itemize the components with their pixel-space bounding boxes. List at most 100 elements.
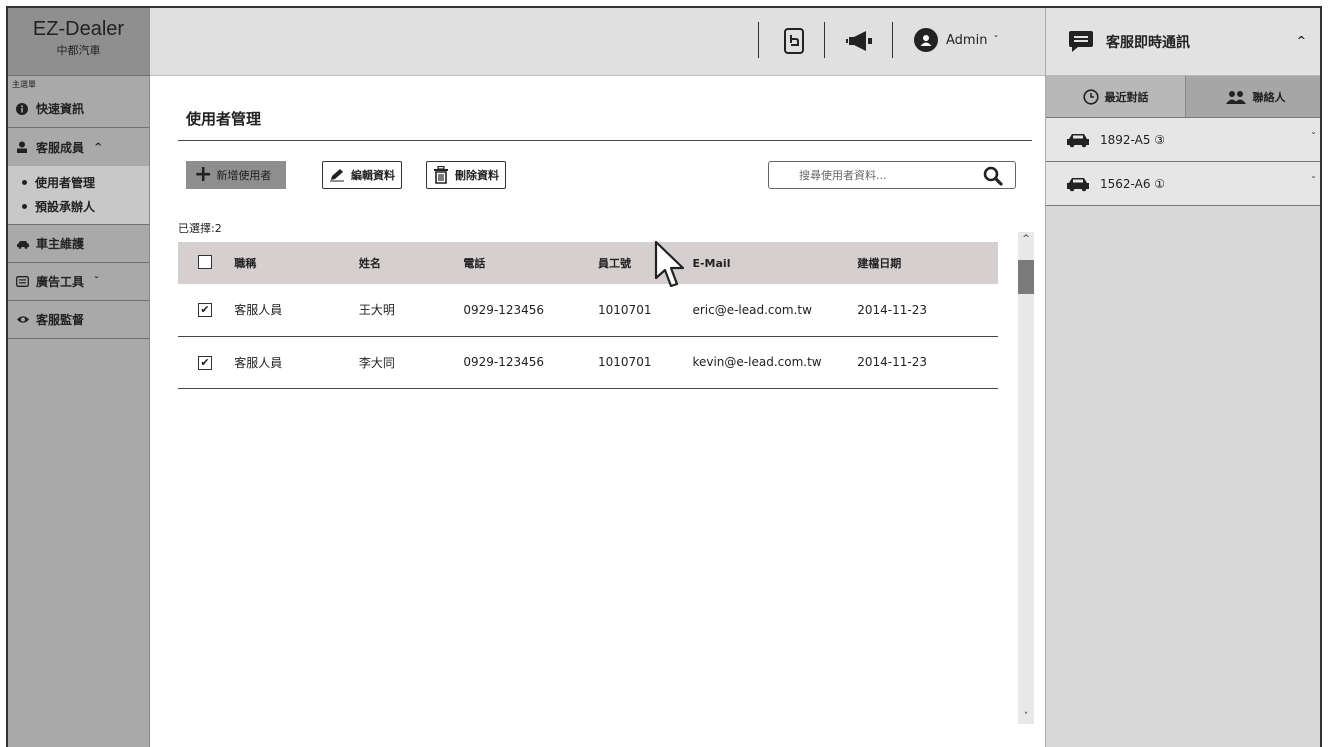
scroll-up-icon[interactable]: ^ — [1018, 234, 1034, 244]
sidebar-item-label: 客服成員 — [36, 140, 85, 155]
cell-name: 李大同 — [358, 355, 395, 370]
sidebar-subitem-user-management[interactable]: 使用者管理 — [8, 170, 149, 194]
search-input[interactable] — [799, 168, 969, 182]
sidebar-item-label: 車主維護 — [36, 237, 85, 251]
divider — [178, 140, 1032, 141]
bullet-icon — [22, 179, 27, 185]
car-icon — [1066, 132, 1090, 148]
sidebar-item-label: 廣告工具 — [36, 275, 85, 289]
delete-button[interactable]: 刪除資料 — [426, 161, 506, 189]
cell-phone: 0929-123456 — [463, 355, 545, 369]
scroll-down-icon[interactable]: ˇ — [1018, 712, 1034, 722]
select-all-checkbox[interactable] — [198, 254, 212, 269]
search-icon[interactable] — [983, 166, 1003, 190]
search-box[interactable] — [768, 161, 1016, 189]
menu-caption: 主選單 — [12, 80, 36, 89]
megaphone-icon[interactable] — [840, 26, 880, 56]
scrollbar[interactable]: ^ ˇ — [1018, 232, 1034, 724]
pencil-icon — [329, 168, 345, 182]
sidebar-subitem-label: 使用者管理 — [35, 175, 96, 190]
sidebar-item-label: 客服監督 — [36, 313, 85, 327]
column-header[interactable]: 電話 — [463, 242, 598, 284]
divider — [892, 22, 893, 58]
bullet-icon — [22, 203, 27, 209]
car-icon — [16, 239, 36, 249]
clock-icon — [1082, 88, 1099, 105]
submenu-service-members: 使用者管理 預設承辦人 — [8, 166, 149, 225]
divider — [758, 22, 759, 58]
chevron-down-icon: ˇ — [94, 276, 100, 287]
app-frame: EZ-Dealer 中都汽車 主選單 快速資訊 客服成員 ^ 使用者管理 預設承… — [6, 6, 1322, 747]
chevron-down-icon[interactable]: ˇ — [1311, 132, 1316, 143]
table-row[interactable]: ✔ 客服人員 王大明 0929-123456 1010701 eric@e-le… — [178, 284, 998, 336]
cell-name: 王大明 — [358, 303, 395, 318]
select-all-cell — [178, 242, 234, 284]
tab-contacts-label: 聯絡人 — [1252, 90, 1286, 104]
chevron-down-icon[interactable]: ˇ — [1311, 176, 1316, 187]
add-user-label: 新增使用者 — [216, 169, 272, 182]
conversation-plate: 1892-A5 ③ — [1100, 132, 1166, 147]
user-name: Admin — [946, 32, 988, 48]
eye-icon — [16, 315, 36, 324]
chat-tabs: 最近對話 聯絡人 — [1046, 76, 1320, 118]
sidebar: EZ-Dealer 中都汽車 主選單 快速資訊 客服成員 ^ 使用者管理 預設承… — [8, 8, 150, 747]
sidebar-item-label: 快速資訊 — [36, 102, 85, 116]
selection-count: 已選擇:2 — [178, 222, 222, 235]
sidebar-item-owner-maintenance[interactable]: 車主維護 — [8, 225, 149, 263]
cell-email: kevin@e-lead.com.tw — [692, 355, 822, 369]
edit-label: 編輯資料 — [351, 169, 395, 182]
scroll-thumb[interactable] — [1018, 260, 1034, 294]
cell-employee-id: 1010701 — [598, 355, 652, 369]
conversation-item[interactable]: 1562-A6 ① ˇ — [1046, 162, 1320, 206]
info-icon — [16, 102, 36, 115]
car-icon — [1066, 176, 1090, 192]
trash-icon — [433, 166, 449, 184]
cell-created-date: 2014-11-23 — [857, 355, 928, 369]
edit-button[interactable]: 編輯資料 — [322, 161, 402, 189]
add-user-button[interactable]: + 新增使用者 — [186, 161, 286, 189]
cell-phone: 0929-123456 — [463, 302, 545, 317]
mouse-cursor-icon — [654, 240, 688, 296]
row-checkbox[interactable]: ✔ — [198, 355, 212, 370]
page-title: 使用者管理 — [186, 110, 262, 128]
column-header[interactable]: 姓名 — [359, 242, 464, 284]
chevron-down-icon: ˇ — [993, 34, 999, 46]
chat-bubble-icon — [1068, 30, 1094, 54]
logo[interactable]: EZ-Dealer 中都汽車 — [8, 8, 149, 76]
brand-subtitle: 中都汽車 — [56, 44, 101, 57]
cell-title: 客服人員 — [234, 355, 283, 370]
chevron-up-icon[interactable]: ^ — [1297, 34, 1306, 47]
sidebar-item-service-supervision[interactable]: 客服監督 — [8, 301, 149, 339]
row-select-cell: ✔ — [178, 284, 234, 336]
table-row[interactable]: ✔ 客服人員 李大同 0929-123456 1010701 kevin@e-l… — [178, 336, 998, 388]
tablet-hand-icon[interactable] — [774, 26, 814, 56]
user-menu[interactable]: Admin ˇ — [914, 28, 998, 52]
chat-title: 客服即時通訊 — [1106, 34, 1190, 51]
column-header[interactable]: 職稱 — [234, 242, 359, 284]
tab-recent-label: 最近對話 — [1104, 90, 1149, 104]
delete-label: 刪除資料 — [455, 169, 499, 182]
contacts-icon — [1225, 90, 1247, 104]
sidebar-item-ad-tools[interactable]: 廣告工具 ˇ — [8, 263, 149, 301]
table-header: 職稱 姓名 電話 員工號 E-Mail 建檔日期 — [178, 242, 998, 284]
chat-panel: 客服即時通訊 ^ 最近對話 聯絡人 1892-A5 ③ ˇ 1562-A6 ① … — [1045, 8, 1320, 747]
tab-contacts[interactable]: 聯絡人 — [1185, 76, 1320, 117]
brand-title: EZ-Dealer — [32, 18, 125, 40]
sidebar-subitem-default-handler[interactable]: 預設承辦人 — [8, 194, 149, 218]
chat-header[interactable]: 客服即時通訊 ^ — [1046, 8, 1320, 76]
sidebar-item-quick-info[interactable]: 快速資訊 — [8, 90, 149, 128]
tab-recent[interactable]: 最近對話 — [1046, 76, 1185, 117]
conversation-plate: 1562-A6 ① — [1100, 176, 1166, 191]
top-bar: Admin ˇ — [150, 8, 1045, 76]
chevron-up-icon: ^ — [94, 141, 103, 153]
column-header[interactable]: 建檔日期 — [857, 242, 998, 284]
conversation-item[interactable]: 1892-A5 ③ ˇ — [1046, 118, 1320, 162]
sidebar-item-service-members[interactable]: 客服成員 ^ — [8, 128, 149, 166]
ad-card-icon — [16, 276, 36, 287]
divider — [824, 22, 825, 58]
column-header[interactable]: E-Mail — [692, 242, 857, 284]
user-avatar-icon — [914, 28, 938, 52]
plus-icon: + — [194, 162, 213, 187]
row-checkbox[interactable]: ✔ — [198, 303, 212, 318]
cell-title: 客服人員 — [234, 303, 283, 318]
